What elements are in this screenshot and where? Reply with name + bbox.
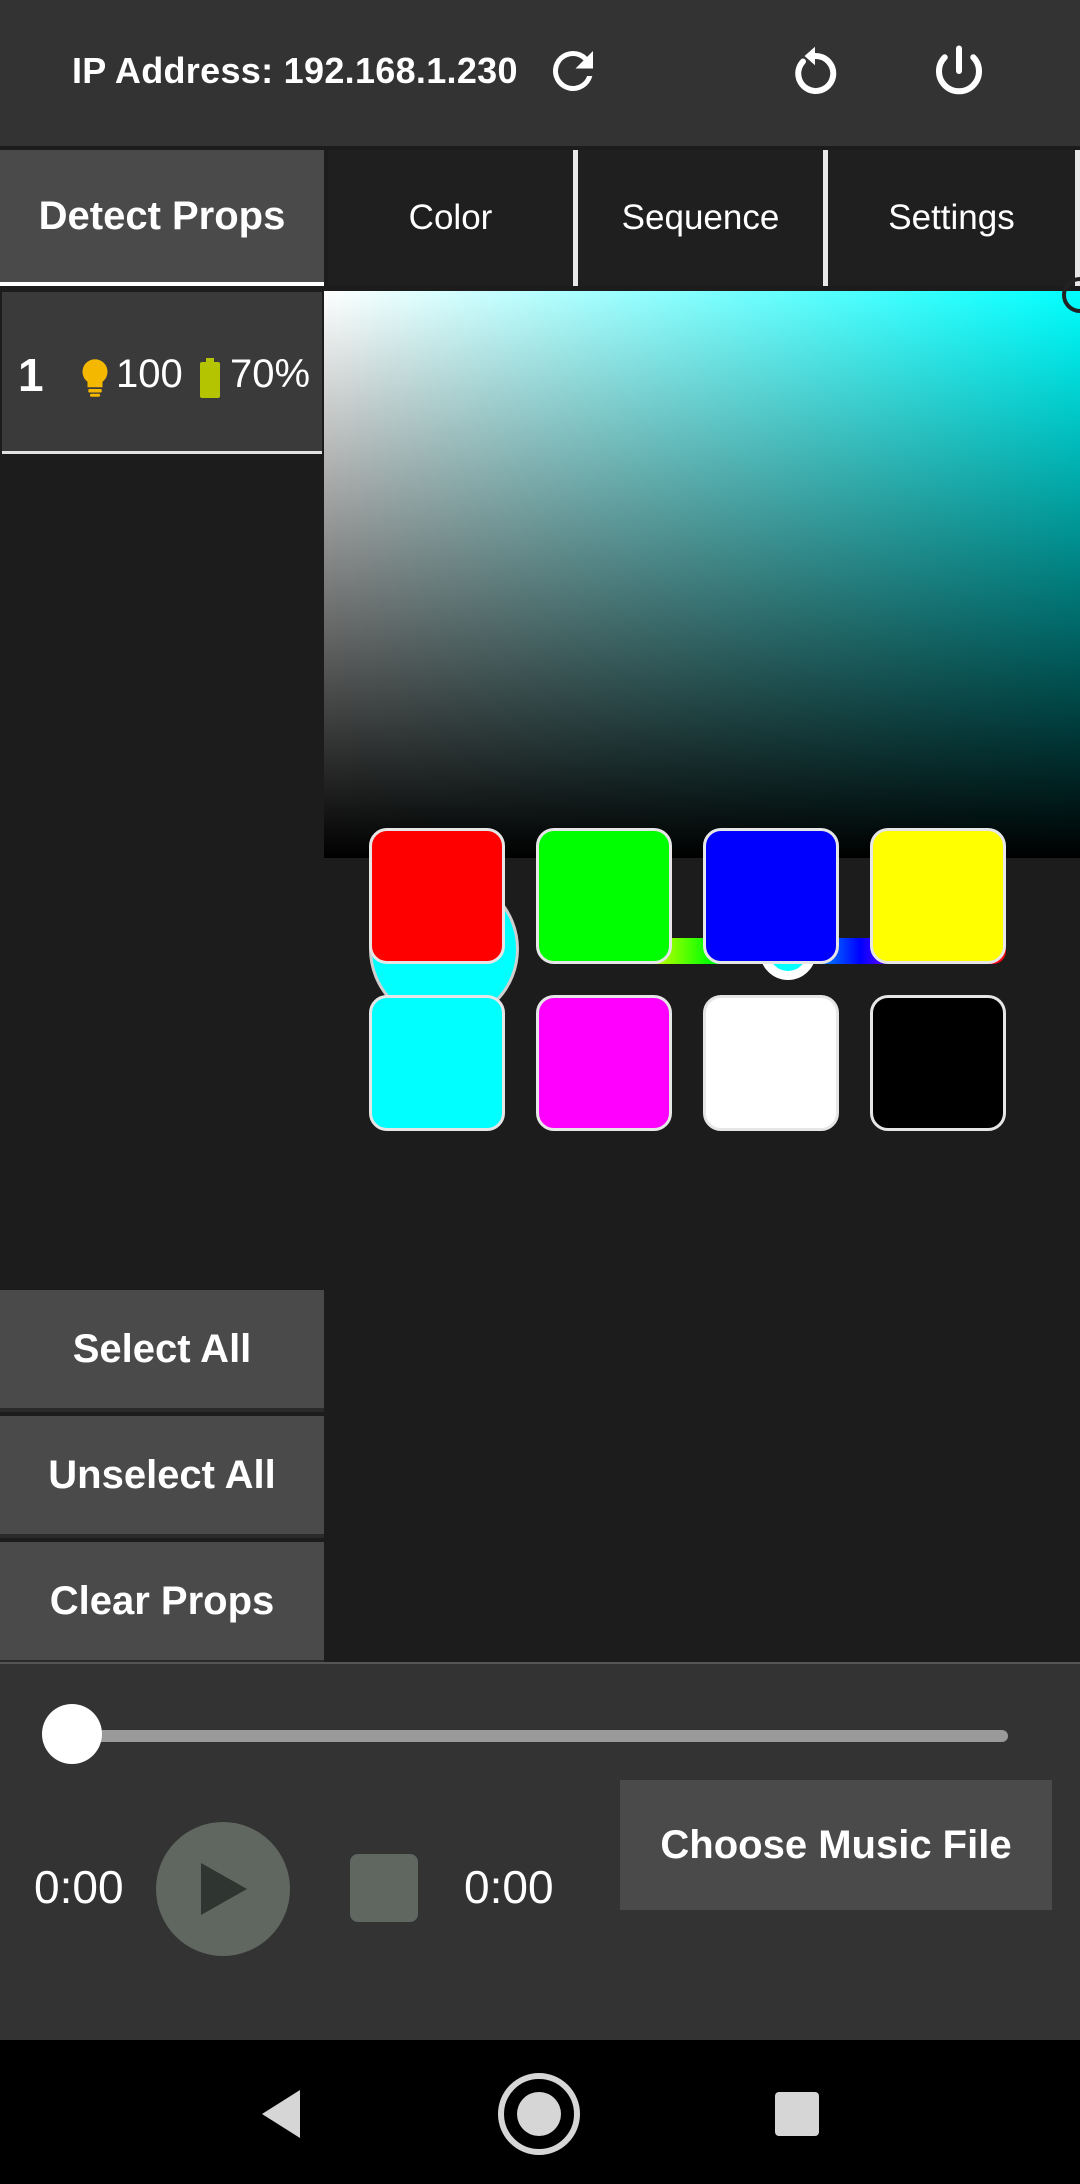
recents-icon[interactable] [752,2076,842,2152]
color-swatch[interactable] [870,995,1006,1131]
color-swatch[interactable] [870,828,1006,964]
tab-color[interactable]: Color [328,150,573,286]
play-button[interactable] [156,1822,290,1956]
prop-brightness: 100 [116,352,183,396]
music-player: 0:00 0:00 Choose Music File [0,1662,1080,2040]
choose-music-file-button[interactable]: Choose Music File [620,1780,1052,1910]
prop-battery: 70% [230,352,311,396]
reset-icon[interactable] [780,38,850,108]
system-nav-bar [0,2040,1080,2184]
color-swatch[interactable] [536,995,672,1131]
seek-thumb[interactable] [42,1704,102,1764]
unselect-all-button[interactable]: Unselect All [0,1416,324,1538]
color-swatch[interactable] [369,995,505,1131]
tab-sequence[interactable]: Sequence [578,150,823,286]
home-icon[interactable] [494,2073,584,2155]
color-swatch[interactable] [703,828,839,964]
bulb-icon [82,359,108,397]
app-header: IP Address: 192.168.1.230 [0,0,1080,146]
prop-number: 1 [18,349,44,401]
color-swatch[interactable] [703,995,839,1131]
back-icon[interactable] [236,2076,326,2152]
seek-bar[interactable] [70,1730,1008,1742]
tab-detect-props[interactable]: Detect Props [0,150,324,286]
props-panel: 1 100 70% Select All Unselect All Clear … [0,286,324,1664]
play-icon [201,1863,247,1915]
duration-time: 0:00 [464,1861,554,1913]
tab-settings[interactable]: Settings [828,150,1075,286]
clear-props-button[interactable]: Clear Props [0,1542,324,1664]
refresh-icon[interactable] [538,36,608,106]
saturation-value-picker[interactable] [324,277,1080,858]
color-panel [324,277,1080,1662]
color-swatch[interactable] [536,828,672,964]
prop-list-item[interactable]: 1 100 70% [2,292,322,454]
ip-address-label: IP Address: 192.168.1.230 [72,50,518,91]
battery-icon [200,358,220,398]
stop-button[interactable] [350,1854,418,1922]
select-all-button[interactable]: Select All [0,1290,324,1412]
power-icon[interactable] [924,36,994,106]
color-swatch[interactable] [369,828,505,964]
tab-divider [1075,150,1080,286]
elapsed-time: 0:00 [34,1861,124,1913]
